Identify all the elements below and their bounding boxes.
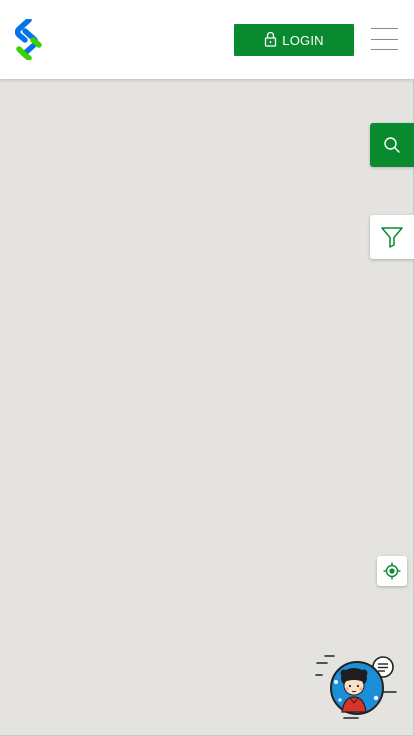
filter-icon — [381, 227, 403, 248]
locate-me-button[interactable] — [377, 556, 407, 586]
hamburger-menu-icon[interactable] — [371, 28, 398, 50]
search-icon — [384, 137, 400, 153]
search-button[interactable] — [370, 123, 414, 167]
chatbot-assistant-button[interactable] — [314, 652, 400, 722]
login-button[interactable]: LOGIN — [234, 24, 354, 56]
locate-me-icon — [383, 562, 401, 580]
filter-button[interactable] — [370, 215, 414, 259]
lock-icon — [265, 31, 277, 47]
menu-line — [371, 28, 398, 29]
map-canvas[interactable] — [0, 79, 414, 736]
top-header: LOGIN — [0, 0, 414, 79]
standard-chartered-logo-icon[interactable] — [15, 19, 43, 60]
login-label: LOGIN — [282, 32, 324, 48]
menu-line — [371, 49, 398, 50]
chatbot-assistant-icon — [315, 655, 397, 719]
menu-line — [371, 38, 398, 40]
